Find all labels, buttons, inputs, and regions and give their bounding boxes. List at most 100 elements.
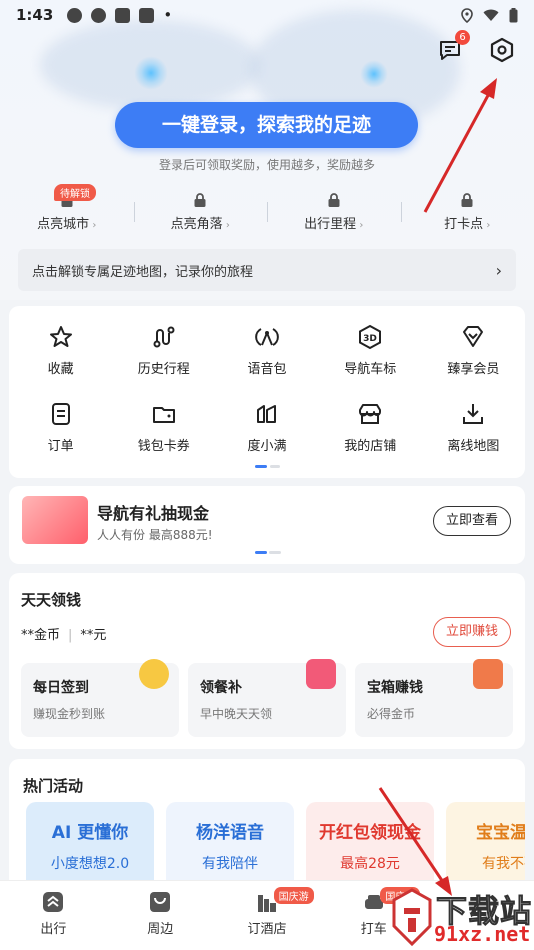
status-bar: 1:43 • bbox=[0, 0, 534, 30]
stat-travel-mileage[interactable]: 出行里程 › bbox=[267, 188, 401, 236]
gold-coin-icon bbox=[139, 659, 169, 689]
unlock-map-banner[interactable]: 点击解锁专属足迹地图，记录你的旅程 › bbox=[18, 249, 516, 291]
grid-label: 导航车标 bbox=[344, 362, 397, 377]
app-notification-icon bbox=[115, 7, 131, 23]
diamond-icon bbox=[463, 326, 484, 347]
grid-item-offline-map[interactable]: 离线地图 bbox=[422, 401, 525, 473]
earn-now-button[interactable]: 立即赚钱 bbox=[432, 617, 511, 647]
grid-item-history[interactable]: 历史行程 bbox=[112, 324, 215, 396]
tab-badge: 国庆游 bbox=[273, 887, 314, 904]
nearby-icon bbox=[150, 892, 171, 912]
activity-title: 宝宝温柔 bbox=[476, 823, 525, 843]
promo-image bbox=[22, 496, 88, 544]
lock-icon bbox=[328, 193, 340, 207]
wifi-icon bbox=[483, 9, 499, 21]
watermark-logo: 下载站 91xz.net bbox=[390, 884, 534, 950]
grid-page-indicator bbox=[255, 465, 280, 468]
coin-balance: **金币 bbox=[21, 628, 61, 643]
promo-card[interactable]: 导航有礼抽现金 人人有份 最高888元! 立即查看 bbox=[9, 486, 525, 564]
grid-item-nav-car-icon[interactable]: 3D 导航车标 bbox=[319, 324, 422, 396]
lock-icon bbox=[194, 193, 206, 207]
app-notification-icon bbox=[139, 7, 155, 23]
3d-icon: 3D bbox=[359, 324, 382, 350]
grid-item-wallet[interactable]: 钱包卡券 bbox=[112, 401, 215, 473]
task-meal-allowance[interactable]: 领餐补 早中晚天天领 bbox=[188, 659, 346, 737]
travel-icon bbox=[43, 892, 64, 912]
location-glow bbox=[134, 56, 168, 90]
wallet-icon bbox=[152, 407, 175, 423]
order-icon bbox=[51, 403, 70, 425]
activity-subtitle: 有我陪伴 bbox=[202, 856, 258, 872]
stat-lit-cities[interactable]: 待解锁 点亮城市 › bbox=[0, 184, 134, 236]
chevron-right-icon: › bbox=[495, 260, 502, 280]
tab-label: 订酒店 bbox=[247, 922, 287, 937]
red-packet-icon bbox=[306, 659, 336, 689]
voice-icon bbox=[255, 328, 279, 346]
treasure-box-icon bbox=[473, 659, 503, 689]
grid-label: 钱包卡券 bbox=[137, 439, 190, 454]
feature-grid: 收藏 历史行程 语音包 3D 导航车标 臻享会员 订单 钱包卡券 度小满 我的店… bbox=[9, 306, 525, 478]
stat-checkin-points[interactable]: 打卡点 › bbox=[400, 188, 534, 236]
task-treasure-box[interactable]: 宝箱赚钱 必得金币 bbox=[355, 659, 513, 737]
stat-lit-corners[interactable]: 点亮角落 › bbox=[133, 188, 268, 236]
grid-label: 历史行程 bbox=[137, 362, 190, 377]
grid-item-my-shop[interactable]: 我的店铺 bbox=[319, 401, 422, 473]
activity-subtitle: 有我不孤 bbox=[482, 856, 525, 872]
tab-hotel[interactable]: 国庆游 订酒店 bbox=[214, 881, 321, 950]
tab-nearby[interactable]: 周边 bbox=[107, 881, 214, 950]
daily-earn-card: 天天领钱 **金币 | **元 立即赚钱 每日签到 赚现金秒到账 领餐补 早中晚天天… bbox=[9, 573, 525, 749]
hot-title: 热门活动 bbox=[23, 777, 84, 795]
location-glow bbox=[360, 60, 388, 88]
earn-balance: **金币 | **元 bbox=[21, 628, 107, 643]
watermark-domain: 91xz.net bbox=[434, 922, 531, 946]
task-daily-checkin[interactable]: 每日签到 赚现金秒到账 bbox=[21, 659, 179, 737]
status-time: 1:43 bbox=[16, 6, 54, 24]
download-icon bbox=[463, 404, 484, 424]
tab-label: 出行 bbox=[40, 922, 67, 937]
star-icon bbox=[49, 326, 72, 347]
grid-item-vip[interactable]: 臻享会员 bbox=[422, 324, 525, 396]
app-notification-icon bbox=[67, 7, 83, 23]
activity-title: 开红包领现金 bbox=[319, 823, 421, 843]
promo-title: 导航有礼抽现金 bbox=[97, 504, 210, 523]
stat-label: 点亮城市 › bbox=[37, 217, 97, 232]
earn-title: 天天领钱 bbox=[21, 591, 82, 609]
settings-hexagon-icon bbox=[490, 37, 514, 63]
svg-text:3D: 3D bbox=[363, 334, 377, 344]
grid-label: 订单 bbox=[47, 439, 74, 454]
shop-icon bbox=[359, 404, 382, 424]
grid-label: 离线地图 bbox=[447, 439, 500, 454]
promo-page-indicator bbox=[255, 551, 281, 554]
duxiaoman-icon bbox=[256, 405, 276, 423]
unlock-tag: 待解锁 bbox=[54, 184, 96, 201]
view-now-button[interactable]: 立即查看 bbox=[432, 506, 511, 536]
one-click-login-button[interactable]: 一键登录，探索我的足迹 bbox=[115, 102, 418, 148]
grid-item-duxiaoman[interactable]: 度小满 bbox=[215, 401, 318, 473]
app-notification-icon bbox=[91, 7, 107, 23]
stat-label: 点亮角落 › bbox=[170, 217, 230, 232]
grid-label: 收藏 bbox=[47, 362, 74, 377]
unlock-map-text: 点击解锁专属足迹地图，记录你的旅程 bbox=[32, 264, 254, 280]
route-icon bbox=[153, 326, 175, 348]
grid-label: 我的店铺 bbox=[344, 439, 397, 454]
stat-label: 出行里程 › bbox=[304, 217, 364, 232]
grid-label: 语音包 bbox=[247, 362, 287, 377]
grid-item-favorites[interactable]: 收藏 bbox=[9, 324, 112, 396]
earn-task-list: 每日签到 赚现金秒到账 领餐补 早中晚天天领 宝箱赚钱 必得金币 bbox=[21, 659, 513, 737]
grid-label: 度小满 bbox=[247, 439, 287, 454]
grid-item-orders[interactable]: 订单 bbox=[9, 401, 112, 473]
tab-travel[interactable]: 出行 bbox=[0, 881, 107, 950]
tab-label: 打车 bbox=[360, 922, 387, 937]
settings-button[interactable] bbox=[488, 36, 516, 64]
grid-label: 臻享会员 bbox=[447, 362, 500, 377]
status-more-dot: • bbox=[163, 6, 173, 24]
location-status-icon bbox=[461, 7, 473, 23]
message-badge: 6 bbox=[455, 30, 470, 45]
footprint-stats: 待解锁 点亮城市 › 点亮角落 › 出行里程 › 打卡点 › bbox=[0, 184, 534, 236]
watermark-emblem-icon bbox=[392, 888, 432, 947]
message-button[interactable]: 6 bbox=[436, 30, 470, 64]
activity-title: AI 更懂你 bbox=[51, 823, 129, 843]
grid-item-voice-pack[interactable]: 语音包 bbox=[215, 324, 318, 396]
tab-label: 周边 bbox=[147, 922, 174, 937]
activity-subtitle: 小度想想2.0 bbox=[50, 856, 130, 872]
